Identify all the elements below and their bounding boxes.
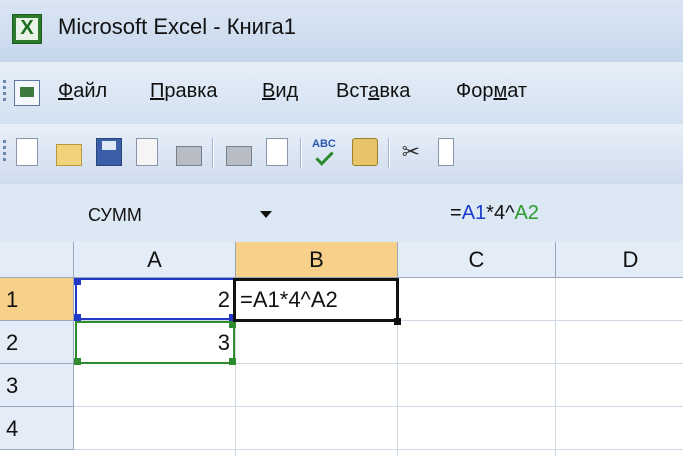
formula-ref-a2: A2 [514, 202, 539, 224]
standard-toolbar: ABC ✂ [0, 124, 683, 184]
menu-format-label-end: ат [507, 80, 528, 102]
gridline [555, 278, 556, 456]
permission-icon[interactable] [136, 138, 158, 166]
menu-view-mnemonic: В [262, 80, 276, 102]
menu-insert-label-end: вка [379, 80, 411, 102]
research-icon[interactable] [352, 138, 378, 166]
formula-ref-a1: A1 [461, 202, 487, 224]
workbook-menu-icon[interactable] [14, 80, 40, 106]
range-handle[interactable] [74, 358, 81, 365]
column-header-a[interactable]: A [74, 242, 236, 278]
active-cell-border [233, 278, 399, 322]
menu-bar: Файл Правка Вид Вставка Формат [0, 62, 683, 124]
toolbar-grip[interactable] [3, 140, 7, 164]
formula-input[interactable]: =A1*4^A2 [450, 202, 539, 225]
chevron-down-icon[interactable] [260, 211, 272, 218]
gridline [74, 449, 683, 450]
cut-icon[interactable]: ✂ [398, 138, 424, 166]
menu-format[interactable]: Формат [456, 80, 527, 103]
range-handle[interactable] [229, 358, 236, 365]
name-box-value: СУММ [88, 205, 142, 225]
column-header-b[interactable]: B [236, 242, 398, 278]
new-icon[interactable] [16, 138, 38, 166]
formula-prefix: = [450, 202, 462, 224]
menu-file-mnemonic: Ф [58, 80, 74, 102]
menu-view-label: ид [275, 80, 299, 102]
menu-file[interactable]: Файл [58, 80, 107, 103]
copy-icon[interactable] [438, 138, 454, 166]
menu-edit-label: равка [164, 80, 218, 102]
toolbar-separator [212, 138, 214, 168]
open-icon[interactable] [56, 144, 82, 166]
toolbar-separator [300, 138, 302, 168]
title-bar: X Microsoft Excel - Книга1 [0, 0, 683, 62]
menu-format-label-start: Фор [456, 80, 494, 102]
menu-insert[interactable]: Вставка [336, 80, 410, 103]
menu-file-label: айл [73, 80, 108, 102]
formula-bar: СУММ =A1*4^A2 [0, 184, 683, 242]
menu-grip[interactable] [3, 80, 7, 104]
range-handle[interactable] [74, 314, 81, 321]
range-handle[interactable] [74, 278, 81, 285]
excel-icon[interactable]: X [12, 14, 42, 44]
cut-icon-glyph: ✂ [401, 139, 421, 164]
worksheet-grid: A B C D 1 2 3 4 2 =A1*4^A2 3 [0, 242, 683, 456]
reference-range-a2 [75, 321, 235, 364]
print-icon[interactable] [176, 146, 202, 166]
row-header-2[interactable]: 2 [0, 321, 74, 364]
menu-insert-label-start: Вст [336, 80, 369, 102]
formula-operator: *4^ [486, 202, 515, 224]
menu-format-mnemonic: м [493, 80, 508, 102]
name-box[interactable]: СУММ [0, 202, 240, 230]
window-title: Microsoft Excel - Книга1 [58, 14, 296, 39]
reference-range-a1 [75, 278, 235, 320]
gridline [74, 406, 683, 407]
row-header-1[interactable]: 1 [0, 278, 74, 321]
column-header-d[interactable]: D [556, 242, 683, 278]
row-header-4[interactable]: 4 [0, 407, 74, 450]
save-icon[interactable] [96, 138, 122, 166]
spelling-icon[interactable]: ABC [312, 138, 338, 166]
row-header-3[interactable]: 3 [0, 364, 74, 407]
menu-edit-mnemonic: П [150, 80, 165, 102]
column-header-c[interactable]: C [398, 242, 556, 278]
menu-view[interactable]: Вид [262, 80, 298, 103]
fill-handle[interactable] [394, 318, 401, 325]
print-icon[interactable] [226, 146, 252, 166]
toolbar-separator [388, 138, 390, 168]
select-all-corner[interactable] [0, 242, 74, 278]
range-handle[interactable] [229, 321, 236, 328]
menu-insert-mnemonic: а [368, 80, 380, 102]
print-preview-icon[interactable] [266, 138, 288, 166]
menu-edit[interactable]: Правка [150, 80, 218, 103]
excel-icon-glyph: X [20, 17, 34, 39]
spelling-icon-glyph: ABC [312, 138, 336, 150]
